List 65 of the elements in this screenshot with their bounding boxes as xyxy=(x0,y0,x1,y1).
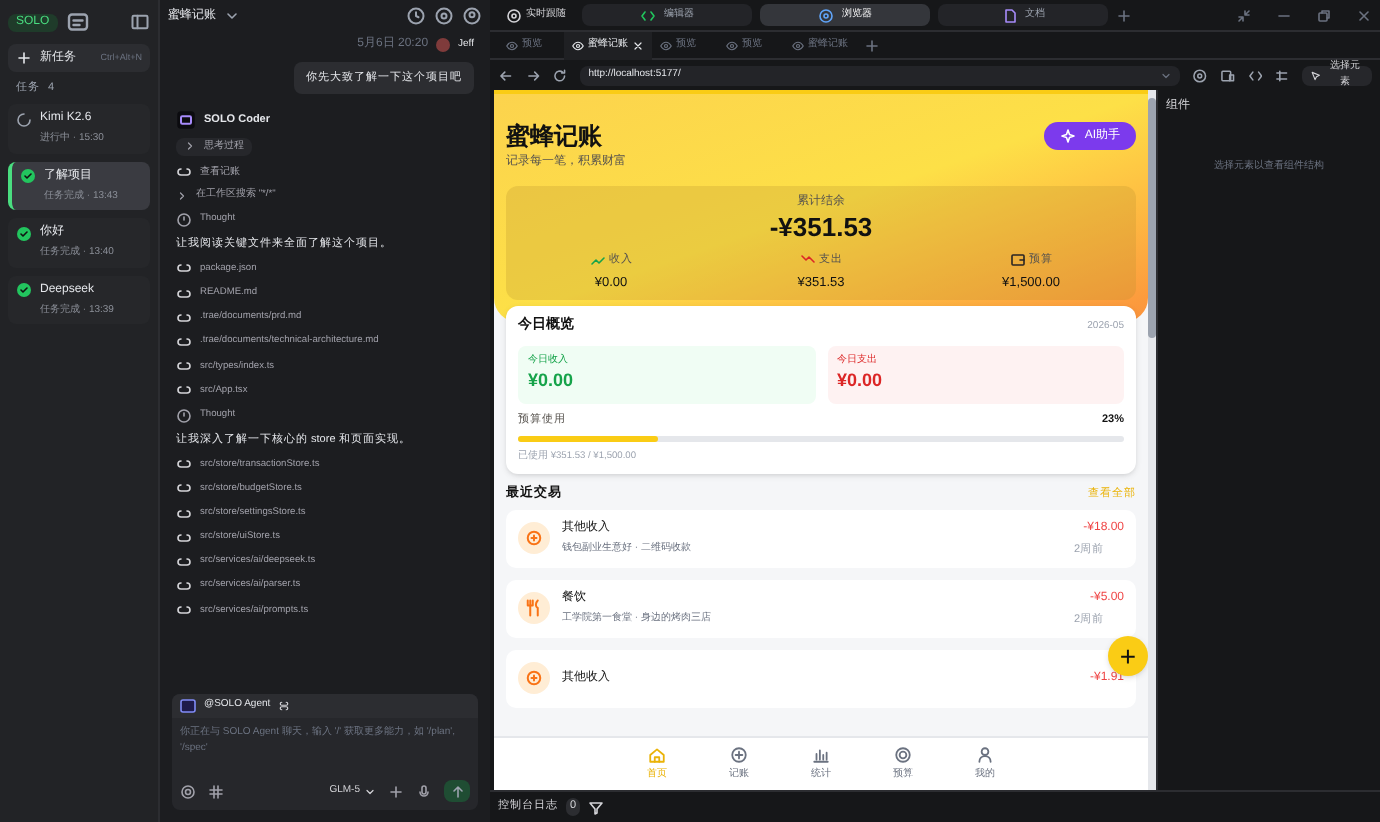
expense-amount: ¥0.00 xyxy=(837,368,885,395)
hash-icon[interactable] xyxy=(208,783,224,799)
bar-chart-icon xyxy=(812,745,830,764)
link-icon xyxy=(176,164,192,181)
target-icon[interactable] xyxy=(1192,67,1208,83)
wallet-icon xyxy=(1009,252,1025,269)
plus-circle-icon xyxy=(524,528,544,549)
history-icon[interactable] xyxy=(406,6,426,26)
restore-icon[interactable] xyxy=(1316,7,1332,23)
command-icon xyxy=(278,700,291,712)
trend-down-icon xyxy=(799,252,815,269)
agent-avatar-icon xyxy=(176,109,196,130)
trend-up-icon xyxy=(589,252,605,269)
eye-icon xyxy=(660,39,672,51)
agent-icon xyxy=(180,698,196,714)
close-icon[interactable] xyxy=(1356,7,1372,23)
eye-icon xyxy=(572,39,584,51)
chat-icon xyxy=(65,10,90,34)
code-icon xyxy=(640,7,656,23)
balance-amount: -¥351.53 xyxy=(769,212,873,245)
send-button[interactable] xyxy=(444,780,470,802)
check-circle-icon xyxy=(16,282,32,299)
spinner-icon xyxy=(16,111,32,128)
clock-icon xyxy=(176,211,192,228)
plus-icon[interactable] xyxy=(388,783,404,799)
collapse-icon[interactable] xyxy=(1236,7,1252,23)
close-icon xyxy=(632,39,644,51)
chevron-icon xyxy=(184,140,196,153)
code-icon[interactable] xyxy=(1247,67,1263,83)
target-icon xyxy=(506,7,522,23)
compass-icon xyxy=(818,7,834,23)
check-circle-icon xyxy=(16,225,32,242)
eye-icon xyxy=(726,39,738,51)
user-avatar xyxy=(436,38,451,52)
plus-icon xyxy=(16,50,32,66)
sidebar-toggle-icon[interactable] xyxy=(130,12,150,32)
plus-icon[interactable] xyxy=(864,37,880,53)
plus-circle-icon xyxy=(524,668,544,689)
layout-icon[interactable] xyxy=(1274,67,1290,83)
home-icon xyxy=(648,745,666,764)
reload-icon[interactable] xyxy=(552,67,569,83)
clock-icon xyxy=(176,407,192,423)
plus-circle-icon xyxy=(730,745,748,764)
chevron-icon xyxy=(176,189,188,202)
user-icon xyxy=(976,745,994,764)
cursor-icon xyxy=(1309,69,1322,81)
sparkle-icon xyxy=(1060,128,1077,144)
microphone-icon[interactable] xyxy=(416,783,432,799)
caret-icon xyxy=(364,785,376,797)
target-icon xyxy=(894,745,912,764)
eye-icon xyxy=(792,39,804,51)
plus-icon[interactable] xyxy=(1116,7,1132,23)
caret-icon xyxy=(1160,69,1173,81)
devices-icon[interactable] xyxy=(1219,67,1235,83)
check-circle-icon xyxy=(20,168,36,185)
eye-icon xyxy=(506,39,518,51)
income-amount: ¥0.00 xyxy=(528,368,576,395)
caret-icon xyxy=(224,8,240,24)
document-icon xyxy=(1001,7,1017,23)
arrow-up-icon xyxy=(449,783,465,799)
fork-knife-icon xyxy=(524,598,544,619)
filter-icon[interactable] xyxy=(588,799,605,815)
app-title: 蜜蜂记账 xyxy=(506,120,604,154)
forward-icon[interactable] xyxy=(525,67,541,83)
back-icon[interactable] xyxy=(498,67,514,83)
